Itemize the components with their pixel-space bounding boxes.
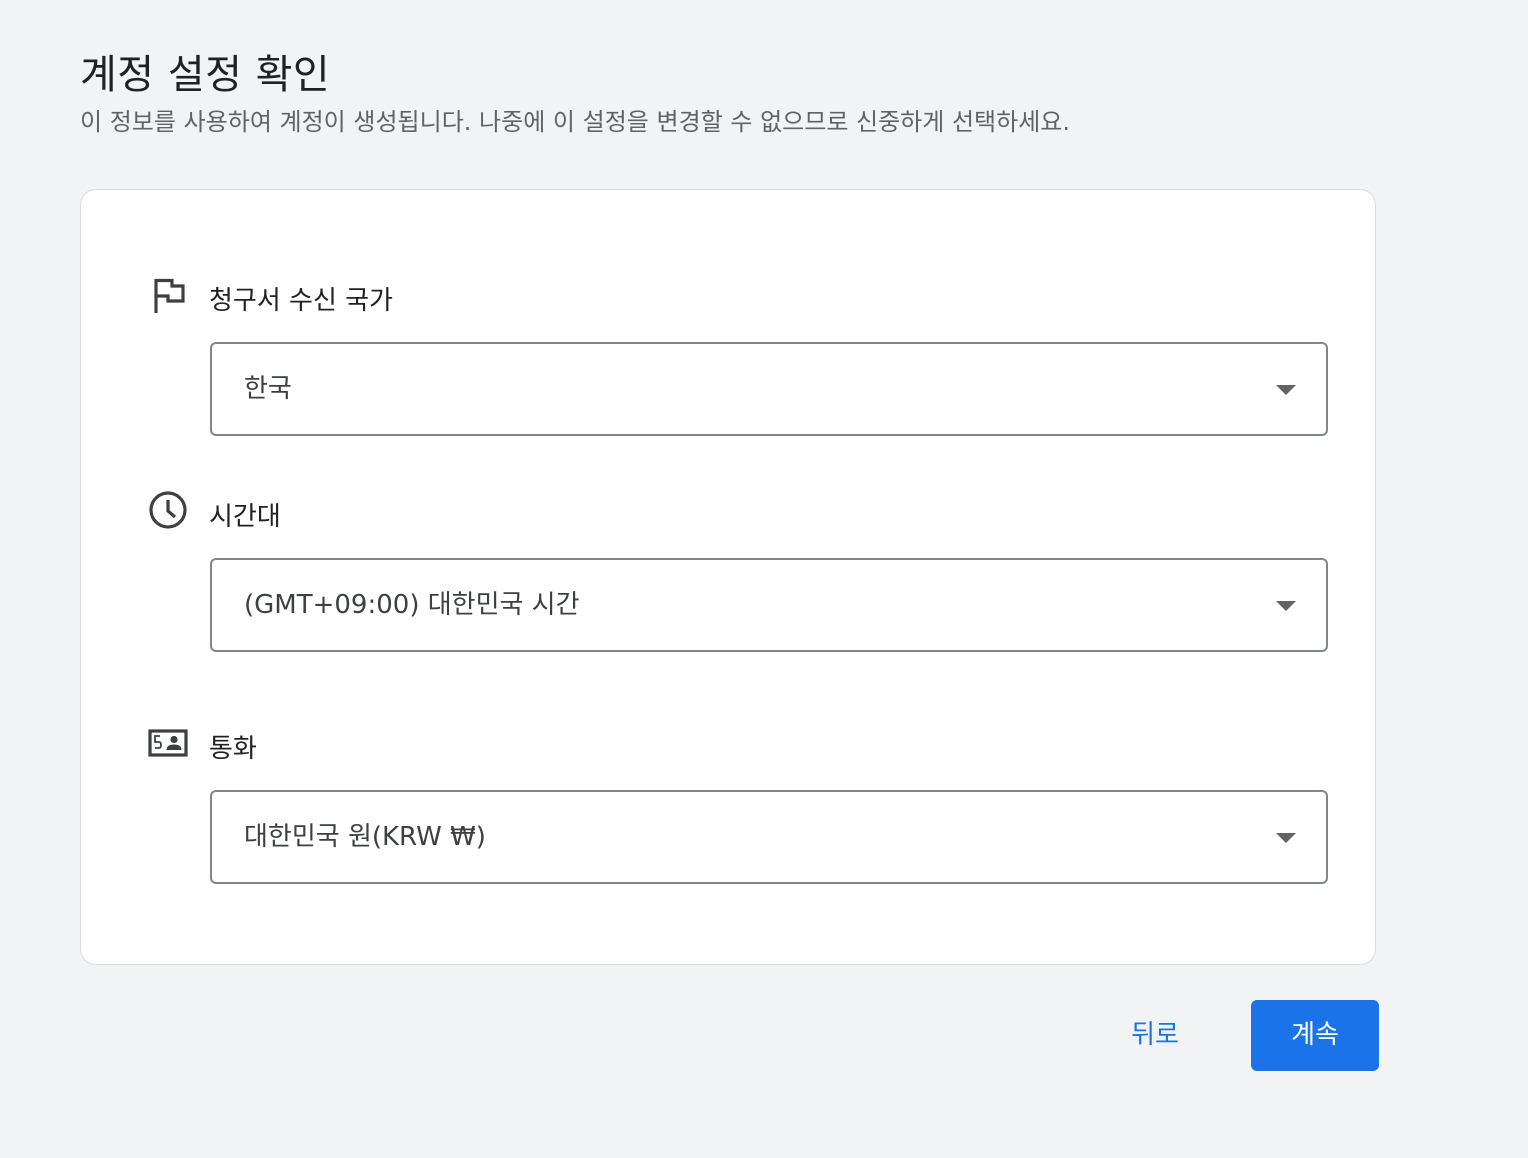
page-subtitle: 이 정보를 사용하여 계정이 생성됩니다. 나중에 이 설정을 변경할 수 없으… [80,108,1071,136]
timezone-label: 시간대 [209,502,281,532]
timezone-value: (GMT+09:00) 대한민국 시간 [244,590,580,620]
currency-select[interactable]: 대한민국 원(KRW ₩) [210,790,1328,884]
dropdown-arrow-icon [1276,601,1296,611]
currency-icon [148,723,188,763]
back-button[interactable]: 뒤로 [1100,1000,1210,1070]
flag-icon [148,275,188,315]
clock-icon [148,490,188,530]
billing-country-value: 한국 [244,374,292,404]
page-title: 계정 설정 확인 [80,52,331,98]
billing-country-label: 청구서 수신 국가 [209,286,393,316]
dropdown-arrow-icon [1276,385,1296,395]
timezone-select[interactable]: (GMT+09:00) 대한민국 시간 [210,558,1328,652]
currency-value: 대한민국 원(KRW ₩) [244,822,486,852]
billing-country-select[interactable]: 한국 [210,342,1328,436]
continue-button[interactable]: 계속 [1251,1000,1379,1071]
dropdown-arrow-icon [1276,833,1296,843]
currency-label: 통화 [209,734,257,764]
